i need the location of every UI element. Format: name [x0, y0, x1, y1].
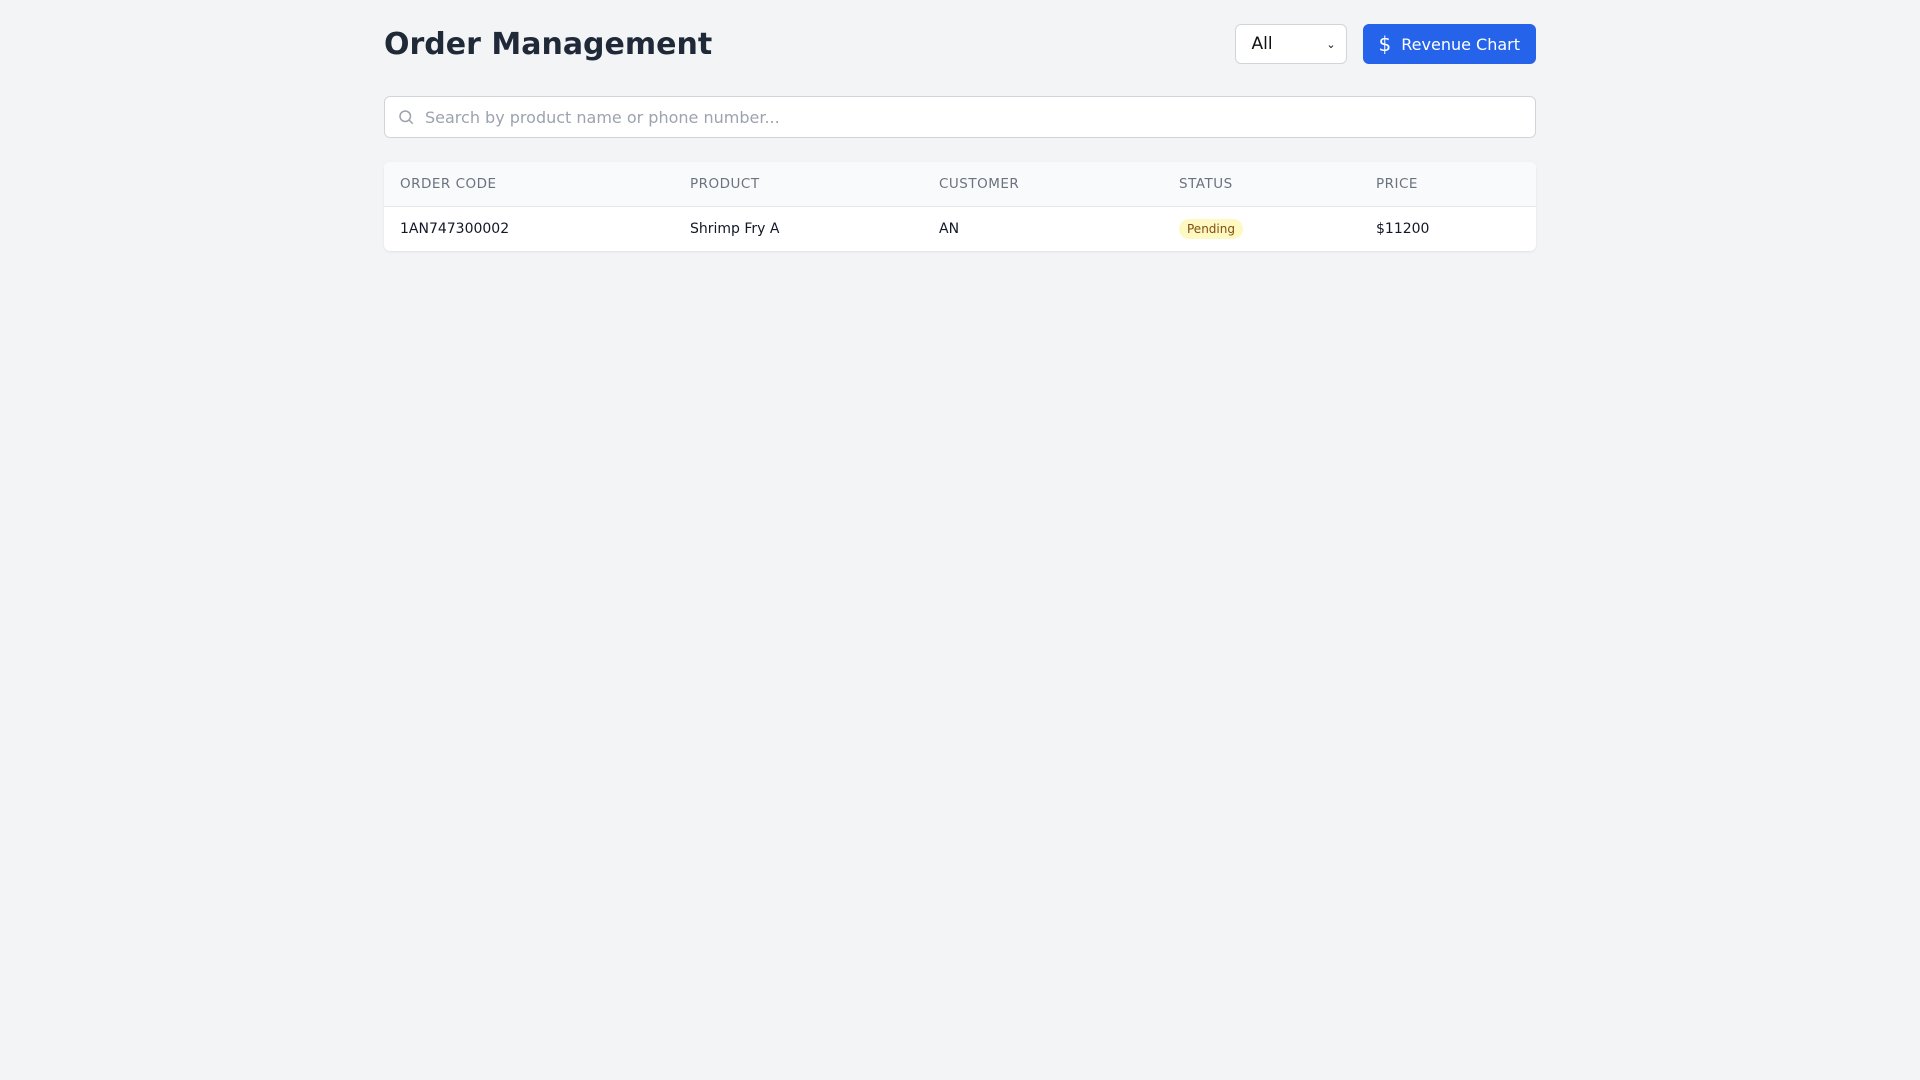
- column-header-price: PRICE: [1360, 162, 1536, 207]
- orders-table: ORDER CODE PRODUCT CUSTOMER STATUS PRICE…: [384, 162, 1536, 251]
- status-badge: Pending: [1179, 218, 1243, 239]
- filter-value: All: [1251, 34, 1273, 54]
- revenue-chart-button[interactable]: $ Revenue Chart: [1362, 24, 1536, 64]
- table-header-row: ORDER CODE PRODUCT CUSTOMER STATUS PRICE: [384, 162, 1536, 207]
- status-cell: Pending: [1163, 206, 1360, 251]
- status-filter-select[interactable]: All ⌄: [1234, 24, 1347, 64]
- search-input[interactable]: Search by product name or phone number..…: [384, 96, 1536, 138]
- header: Order Management All ⌄ $ Revenue Chart: [384, 0, 1536, 88]
- page-title: Order Management: [384, 26, 713, 62]
- table-row[interactable]: 1AN747300002 Shrimp Fry A AN Pending $11…: [384, 206, 1536, 251]
- column-header-order-code: ORDER CODE: [384, 162, 674, 207]
- price-cell: $11200: [1376, 220, 1430, 237]
- customer-cell: AN: [939, 220, 960, 237]
- search-icon: [399, 110, 414, 125]
- revenue-chart-label: Revenue Chart: [1401, 34, 1520, 54]
- product-cell: Shrimp Fry A: [690, 220, 780, 237]
- dollar-icon: $: [1378, 32, 1392, 56]
- search-placeholder: Search by product name or phone number..…: [425, 107, 780, 127]
- order-code-cell: 1AN747300002: [400, 220, 510, 237]
- column-header-product: PRODUCT: [674, 162, 923, 207]
- main-container: Order Management All ⌄ $ Revenue Chart Sea…: [384, 0, 1536, 251]
- column-header-customer: CUSTOMER: [923, 162, 1163, 207]
- column-header-status: STATUS: [1163, 162, 1360, 207]
- chevron-down-icon: ⌄: [1326, 37, 1336, 51]
- header-actions: All ⌄ $ Revenue Chart: [1234, 24, 1536, 64]
